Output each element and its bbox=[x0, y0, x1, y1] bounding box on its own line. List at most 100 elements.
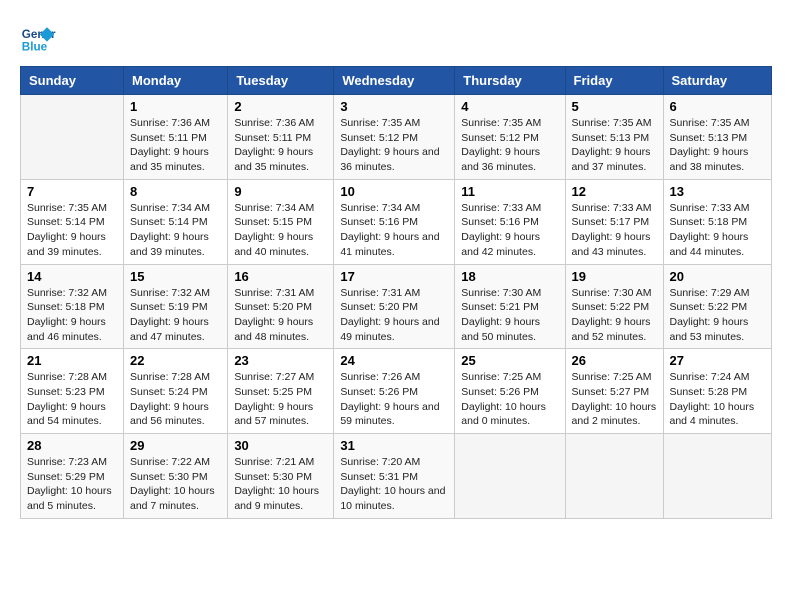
day-info: Sunrise: 7:31 AMSunset: 5:20 PMDaylight:… bbox=[234, 286, 327, 345]
day-info: Sunrise: 7:36 AMSunset: 5:11 PMDaylight:… bbox=[130, 116, 221, 175]
day-cell: 10Sunrise: 7:34 AMSunset: 5:16 PMDayligh… bbox=[334, 179, 455, 264]
day-cell: 3 Sunrise: 7:35 AMSunset: 5:12 PMDaylight… bbox=[334, 95, 455, 180]
day-cell: 9Sunrise: 7:34 AMSunset: 5:15 PMDaylight… bbox=[228, 179, 334, 264]
day-cell: 25Sunrise: 7:25 AMSunset: 5:26 PMDayligh… bbox=[455, 349, 565, 434]
day-number: 15 bbox=[130, 269, 221, 284]
day-number: 14 bbox=[27, 269, 117, 284]
calendar-body: 1Sunrise: 7:36 AMSunset: 5:11 PMDaylight… bbox=[21, 95, 772, 519]
day-info: Sunrise: 7:33 AMSunset: 5:16 PMDaylight:… bbox=[461, 201, 558, 260]
day-cell: 7 Sunrise: 7:35 AMSunset: 5:14 PMDaylight… bbox=[21, 179, 124, 264]
day-number: 6 bbox=[670, 99, 766, 114]
day-number: 9 bbox=[234, 184, 327, 199]
day-cell: 2 Sunrise: 7:36 AMSunset: 5:11 PMDaylight… bbox=[228, 95, 334, 180]
day-number: 29 bbox=[130, 438, 221, 453]
header-cell-friday: Friday bbox=[565, 67, 663, 95]
day-info: Sunrise: 7:29 AMSunset: 5:22 PMDaylight:… bbox=[670, 286, 766, 345]
day-info: Sunrise: 7:21 AMSunset: 5:30 PMDaylight:… bbox=[234, 455, 327, 514]
day-cell bbox=[565, 434, 663, 519]
day-number: 4 bbox=[461, 99, 558, 114]
day-cell: 5 Sunrise: 7:35 AMSunset: 5:13 PMDaylight… bbox=[565, 95, 663, 180]
day-cell: 29Sunrise: 7:22 AMSunset: 5:30 PMDayligh… bbox=[123, 434, 227, 519]
day-info: Sunrise: 7:28 AMSunset: 5:23 PMDaylight:… bbox=[27, 370, 117, 429]
day-info: Sunrise: 7:33 AMSunset: 5:18 PMDaylight:… bbox=[670, 201, 766, 260]
svg-text:Blue: Blue bbox=[22, 41, 48, 54]
day-number: 28 bbox=[27, 438, 117, 453]
day-cell: 20 Sunrise: 7:29 AMSunset: 5:22 PMDayligh… bbox=[663, 264, 772, 349]
day-number: 17 bbox=[340, 269, 448, 284]
day-cell: 31 Sunrise: 7:20 AMSunset: 5:31 PMDayligh… bbox=[334, 434, 455, 519]
day-info: Sunrise: 7:24 AMSunset: 5:28 PMDaylight:… bbox=[670, 370, 766, 429]
day-info: Sunrise: 7:20 AMSunset: 5:31 PMDaylight:… bbox=[340, 455, 448, 514]
header-cell-wednesday: Wednesday bbox=[334, 67, 455, 95]
day-info: Sunrise: 7:25 AMSunset: 5:27 PMDaylight:… bbox=[572, 370, 657, 429]
day-cell bbox=[455, 434, 565, 519]
day-number: 11 bbox=[461, 184, 558, 199]
day-info: Sunrise: 7:30 AMSunset: 5:21 PMDaylight:… bbox=[461, 286, 558, 345]
day-cell: 6 Sunrise: 7:35 AMSunset: 5:13 PMDaylight… bbox=[663, 95, 772, 180]
day-info: Sunrise: 7:31 AMSunset: 5:20 PMDaylight:… bbox=[340, 286, 448, 345]
day-cell: 26 Sunrise: 7:25 AMSunset: 5:27 PMDayligh… bbox=[565, 349, 663, 434]
day-cell: 23 Sunrise: 7:27 AMSunset: 5:25 PMDayligh… bbox=[228, 349, 334, 434]
day-cell: 30Sunrise: 7:21 AMSunset: 5:30 PMDayligh… bbox=[228, 434, 334, 519]
day-cell: 28 Sunrise: 7:23 AMSunset: 5:29 PMDayligh… bbox=[21, 434, 124, 519]
day-info: Sunrise: 7:35 AMSunset: 5:13 PMDaylight:… bbox=[670, 116, 766, 175]
week-row-4: 21 Sunrise: 7:28 AMSunset: 5:23 PMDayligh… bbox=[21, 349, 772, 434]
day-number: 10 bbox=[340, 184, 448, 199]
day-number: 7 bbox=[27, 184, 117, 199]
day-info: Sunrise: 7:35 AMSunset: 5:14 PMDaylight:… bbox=[27, 201, 117, 260]
day-number: 27 bbox=[670, 353, 766, 368]
day-number: 12 bbox=[572, 184, 657, 199]
day-cell: 21 Sunrise: 7:28 AMSunset: 5:23 PMDayligh… bbox=[21, 349, 124, 434]
day-number: 26 bbox=[572, 353, 657, 368]
day-info: Sunrise: 7:26 AMSunset: 5:26 PMDaylight:… bbox=[340, 370, 448, 429]
day-number: 31 bbox=[340, 438, 448, 453]
day-cell: 16 Sunrise: 7:31 AMSunset: 5:20 PMDayligh… bbox=[228, 264, 334, 349]
day-number: 3 bbox=[340, 99, 448, 114]
day-number: 20 bbox=[670, 269, 766, 284]
calendar-header-row: SundayMondayTuesdayWednesdayThursdayFrid… bbox=[21, 67, 772, 95]
day-cell: 18 Sunrise: 7:30 AMSunset: 5:21 PMDayligh… bbox=[455, 264, 565, 349]
day-info: Sunrise: 7:25 AMSunset: 5:26 PMDaylight:… bbox=[461, 370, 558, 429]
day-number: 2 bbox=[234, 99, 327, 114]
logo: General Blue bbox=[20, 20, 60, 56]
day-info: Sunrise: 7:27 AMSunset: 5:25 PMDaylight:… bbox=[234, 370, 327, 429]
day-cell: 27 Sunrise: 7:24 AMSunset: 5:28 PMDayligh… bbox=[663, 349, 772, 434]
day-cell bbox=[663, 434, 772, 519]
day-number: 21 bbox=[27, 353, 117, 368]
day-cell bbox=[21, 95, 124, 180]
day-info: Sunrise: 7:34 AMSunset: 5:14 PMDaylight:… bbox=[130, 201, 221, 260]
header-cell-monday: Monday bbox=[123, 67, 227, 95]
day-cell: 1Sunrise: 7:36 AMSunset: 5:11 PMDaylight… bbox=[123, 95, 227, 180]
header-cell-tuesday: Tuesday bbox=[228, 67, 334, 95]
day-info: Sunrise: 7:33 AMSunset: 5:17 PMDaylight:… bbox=[572, 201, 657, 260]
header-cell-thursday: Thursday bbox=[455, 67, 565, 95]
week-row-2: 7 Sunrise: 7:35 AMSunset: 5:14 PMDaylight… bbox=[21, 179, 772, 264]
day-cell: 12 Sunrise: 7:33 AMSunset: 5:17 PMDayligh… bbox=[565, 179, 663, 264]
calendar-table: SundayMondayTuesdayWednesdayThursdayFrid… bbox=[20, 66, 772, 519]
week-row-3: 14 Sunrise: 7:32 AMSunset: 5:18 PMDayligh… bbox=[21, 264, 772, 349]
day-info: Sunrise: 7:28 AMSunset: 5:24 PMDaylight:… bbox=[130, 370, 221, 429]
day-info: Sunrise: 7:35 AMSunset: 5:12 PMDaylight:… bbox=[340, 116, 448, 175]
day-number: 23 bbox=[234, 353, 327, 368]
day-cell: 4 Sunrise: 7:35 AMSunset: 5:12 PMDaylight… bbox=[455, 95, 565, 180]
logo-icon: General Blue bbox=[20, 20, 56, 56]
day-number: 18 bbox=[461, 269, 558, 284]
week-row-1: 1Sunrise: 7:36 AMSunset: 5:11 PMDaylight… bbox=[21, 95, 772, 180]
day-number: 5 bbox=[572, 99, 657, 114]
day-info: Sunrise: 7:36 AMSunset: 5:11 PMDaylight:… bbox=[234, 116, 327, 175]
day-number: 22 bbox=[130, 353, 221, 368]
day-info: Sunrise: 7:32 AMSunset: 5:18 PMDaylight:… bbox=[27, 286, 117, 345]
day-cell: 14 Sunrise: 7:32 AMSunset: 5:18 PMDayligh… bbox=[21, 264, 124, 349]
day-cell: 8 Sunrise: 7:34 AMSunset: 5:14 PMDaylight… bbox=[123, 179, 227, 264]
day-cell: 11 Sunrise: 7:33 AMSunset: 5:16 PMDayligh… bbox=[455, 179, 565, 264]
day-cell: 19Sunrise: 7:30 AMSunset: 5:22 PMDayligh… bbox=[565, 264, 663, 349]
day-number: 8 bbox=[130, 184, 221, 199]
day-cell: 22 Sunrise: 7:28 AMSunset: 5:24 PMDayligh… bbox=[123, 349, 227, 434]
day-cell: 13Sunrise: 7:33 AMSunset: 5:18 PMDayligh… bbox=[663, 179, 772, 264]
day-info: Sunrise: 7:23 AMSunset: 5:29 PMDaylight:… bbox=[27, 455, 117, 514]
day-number: 16 bbox=[234, 269, 327, 284]
day-info: Sunrise: 7:35 AMSunset: 5:12 PMDaylight:… bbox=[461, 116, 558, 175]
day-number: 24 bbox=[340, 353, 448, 368]
day-info: Sunrise: 7:32 AMSunset: 5:19 PMDaylight:… bbox=[130, 286, 221, 345]
day-info: Sunrise: 7:35 AMSunset: 5:13 PMDaylight:… bbox=[572, 116, 657, 175]
